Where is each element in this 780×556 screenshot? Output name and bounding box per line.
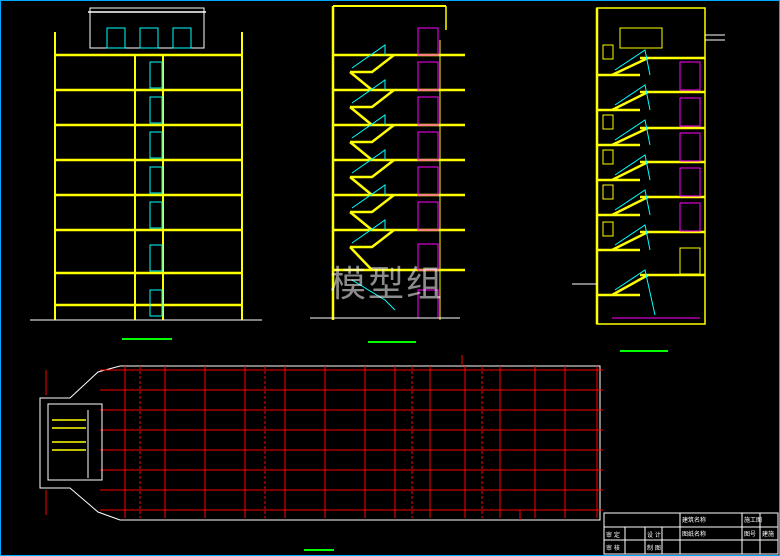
floor-slabs-right xyxy=(597,56,705,297)
roof-window-3 xyxy=(172,27,192,49)
watermark: 模型组 xyxy=(330,264,445,305)
floor-slabs-middle xyxy=(333,53,465,272)
roof-window-2 xyxy=(139,27,159,49)
title-block-drawing-name: 图纸名称 xyxy=(682,531,707,538)
title-block-stage: 施工图 xyxy=(744,517,763,524)
title-block-approve: 审 定 xyxy=(606,532,620,539)
title-block-project: 建筑名称 xyxy=(682,517,707,524)
doors-right xyxy=(612,61,701,319)
title-block-drawing-no: 图号 xyxy=(744,531,757,538)
title-block-design: 设 计 xyxy=(647,532,661,539)
plan-stair xyxy=(47,403,103,481)
floor-slabs-left xyxy=(55,53,242,307)
title-block-drawing-code: 建施 xyxy=(762,531,775,538)
title-block-drawn: 制 图 xyxy=(647,545,661,552)
stair-flights-right xyxy=(611,56,649,297)
plan-grid-horizontal xyxy=(100,369,603,511)
plan-grid-vertical xyxy=(124,366,598,518)
roof-window-1 xyxy=(106,27,126,49)
floor-plan xyxy=(39,355,603,551)
section-left xyxy=(30,7,262,340)
stair-flights-middle xyxy=(349,54,395,271)
section-right xyxy=(572,7,725,352)
title-block-review: 审 核 xyxy=(606,545,620,552)
